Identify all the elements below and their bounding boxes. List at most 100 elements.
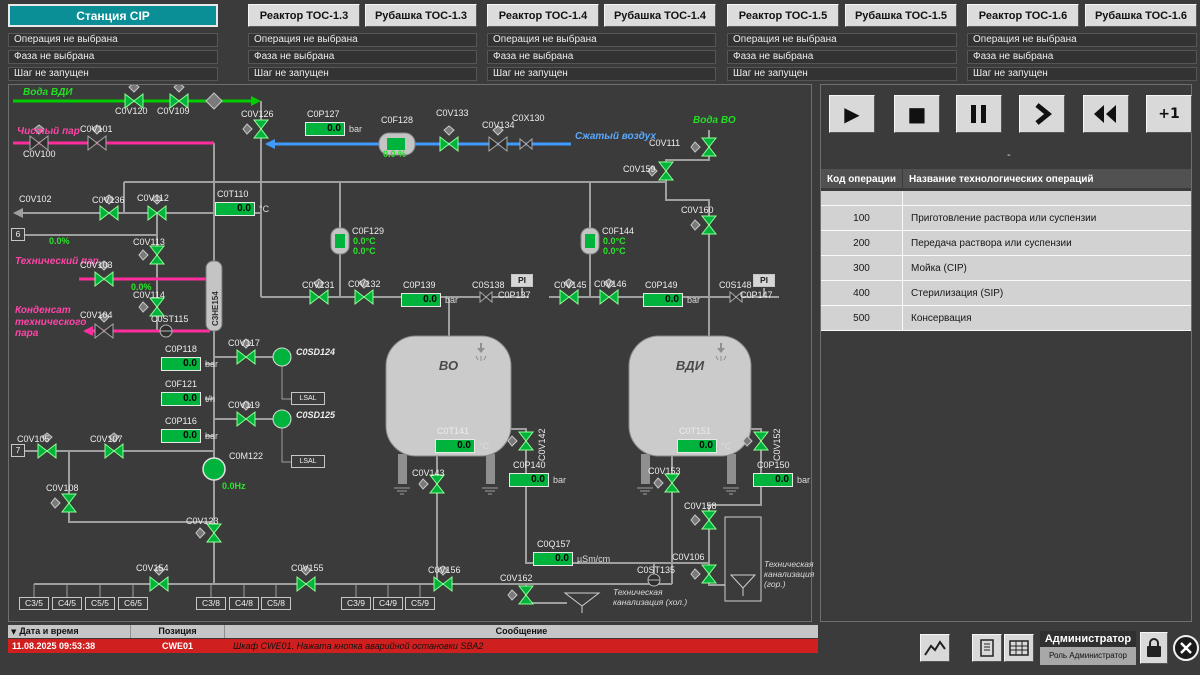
meter-tag: C0P150 <box>757 460 790 470</box>
tab-reactor-tos-1-3[interactable]: Реактор ТОС-1.3 <box>248 4 360 27</box>
device-tag: C0V156 <box>428 565 461 575</box>
device-tag: C0V162 <box>500 573 533 583</box>
device-tag: C0V108 <box>46 483 79 493</box>
alarm-header-message[interactable]: Сообщение <box>225 625 818 638</box>
column-header-code: Код операции <box>821 169 903 188</box>
lock-icon <box>1141 634 1167 662</box>
column-header-name: Название технологических операций <box>903 169 1191 188</box>
sort-descending-icon: ▼ <box>11 628 16 636</box>
device-tag: 0.0°C <box>353 246 376 256</box>
device-tag: C0V136 <box>92 195 125 205</box>
status-phase: Фаза не выбрана <box>727 50 957 64</box>
meter-tag: C0T151 <box>679 426 711 436</box>
device-tag: C0S148 <box>719 280 752 290</box>
operation-code: 100 <box>821 206 903 230</box>
device-tag: C0F129 <box>352 226 384 236</box>
meter-unit: bar <box>553 475 566 485</box>
tab-rubashka-tos-1-4[interactable]: Рубашка ТОС-1.4 <box>604 4 716 27</box>
tab-reactor-tos-1-6[interactable]: Реактор ТОС-1.6 <box>967 4 1079 27</box>
operation-row[interactable]: 200 Передача раствора или суспензии <box>821 231 1191 256</box>
drain-label-gor: Техническая канализация (гор.) <box>764 559 810 590</box>
status-operation: Операция не выбрана <box>727 33 957 47</box>
operation-name: Мойка (CIP) <box>903 256 1191 280</box>
device-tag: C0P137 <box>498 290 531 300</box>
meter-unit: °C <box>259 204 269 214</box>
meter-tag: C0T110 <box>217 189 248 199</box>
alarm-table-header: ▼Дата и время Позиция Сообщение <box>8 625 818 638</box>
operation-row[interactable]: 100 Приготовление раствора или суспензии <box>821 206 1191 231</box>
device-tag: C0V132 <box>348 279 381 289</box>
tab-rubashka-tos-1-5[interactable]: Рубашка ТОС-1.5 <box>845 4 957 27</box>
plus-one-button[interactable]: +1 <box>1146 95 1192 133</box>
status-operation: Операция не выбрана <box>967 33 1197 47</box>
start-button[interactable]: ▶ <box>829 95 875 133</box>
status-phase: Фаза не выбрана <box>487 50 716 64</box>
meter-tag: C0T141 <box>437 426 469 436</box>
meter-unit: t/h <box>205 394 215 404</box>
table-icon <box>1007 638 1031 658</box>
alarm-header-position[interactable]: Позиция <box>130 625 225 638</box>
alarm-header-datetime[interactable]: ▼Дата и время <box>8 625 130 638</box>
device-tag: C0V155 <box>291 563 324 573</box>
operations-table: Код операции Название технологических оп… <box>821 169 1191 331</box>
trend-button[interactable] <box>920 634 950 662</box>
stop-button[interactable]: ■ <box>894 95 940 133</box>
table-button[interactable] <box>1004 634 1034 662</box>
destination-tag-chip: С3/9 <box>341 597 371 610</box>
meter-tag: C0P116 <box>165 416 197 426</box>
operation-row[interactable]: 400 Стерилизация (SIP) <box>821 281 1191 306</box>
alarm-position: CWE01 <box>130 639 225 653</box>
operation-code: 400 <box>821 281 903 305</box>
status-phase: Фаза не выбрана <box>967 50 1197 64</box>
tank-label-vo: ВО <box>386 359 511 374</box>
status-column: Операция не выбрана Фаза не выбрана Шаг … <box>727 33 957 84</box>
tab-rubashka-tos-1-6[interactable]: Рубашка ТОС-1.6 <box>1085 4 1197 27</box>
destination-tag-chip: С5/8 <box>261 597 291 610</box>
lock-button[interactable] <box>1140 632 1168 664</box>
close-button[interactable] <box>1171 633 1200 663</box>
step-forward-button[interactable] <box>1019 95 1065 133</box>
device-tag: C0V133 <box>436 108 469 118</box>
lsal-box: LSAL <box>291 455 325 468</box>
device-tag: C0V117 <box>228 338 260 348</box>
operation-code: 500 <box>821 306 903 330</box>
device-tag: 0.0°C <box>603 246 626 256</box>
operation-row[interactable]: 500 Консервация <box>821 306 1191 331</box>
operation-row[interactable] <box>821 191 1191 206</box>
fast-backward-button[interactable] <box>1083 95 1129 133</box>
pi-indicator: PI <box>511 274 533 287</box>
pause-button[interactable] <box>956 95 1002 133</box>
user-name: Администратор <box>1040 631 1136 647</box>
meter-value-c0f121: 0.0 <box>161 392 201 406</box>
report-button[interactable] <box>972 634 1002 662</box>
tab-rubashka-tos-1-3[interactable]: Рубашка ТОС-1.3 <box>365 4 477 27</box>
tab-reactor-tos-1-5[interactable]: Реактор ТОС-1.5 <box>727 4 839 27</box>
operation-row[interactable]: 300 Мойка (CIP) <box>821 256 1191 281</box>
device-tag: C0ST135 <box>637 565 675 575</box>
device-tag: C0V145 <box>554 280 587 290</box>
operation-name: Стерилизация (SIP) <box>903 281 1191 305</box>
operation-name: Консервация <box>903 306 1191 330</box>
tank-label-vdi: ВДИ <box>629 359 751 374</box>
tab-station-cip[interactable]: Станция CIP <box>8 4 218 27</box>
meter-value-c0p140: 0.0 <box>509 473 549 487</box>
meter-tag: C0P140 <box>513 460 546 470</box>
user-widget[interactable]: Администратор Роль Администратор <box>1040 631 1136 665</box>
close-icon <box>1171 633 1200 663</box>
status-step: Шаг не запущен <box>727 67 957 81</box>
device-tag: C0V153 <box>648 466 681 476</box>
alarm-row[interactable]: 11.08.2025 09:53:38 CWE01 Шкаф CWE01. На… <box>8 639 818 653</box>
device-tag: 0.0°C <box>353 236 376 246</box>
device-tag: C0X130 <box>512 113 545 123</box>
device-tag: C0V113 <box>133 237 165 247</box>
status-column: Операция не выбрана Фаза не выбрана Шаг … <box>248 33 477 84</box>
status-phase: Фаза не выбрана <box>8 50 218 64</box>
tab-reactor-tos-1-4[interactable]: Реактор ТОС-1.4 <box>487 4 599 27</box>
fast-backward-icon <box>1084 96 1128 132</box>
stream-label-voda-vo: Вода ВО <box>693 115 736 127</box>
device-tag: C0V160 <box>681 205 714 215</box>
destination-tag-chip: С5/9 <box>405 597 435 610</box>
meter-unit: bar <box>349 124 362 134</box>
heat-exchanger-tag: C3HE154 <box>211 291 220 326</box>
meter-unit: °C <box>479 441 489 451</box>
